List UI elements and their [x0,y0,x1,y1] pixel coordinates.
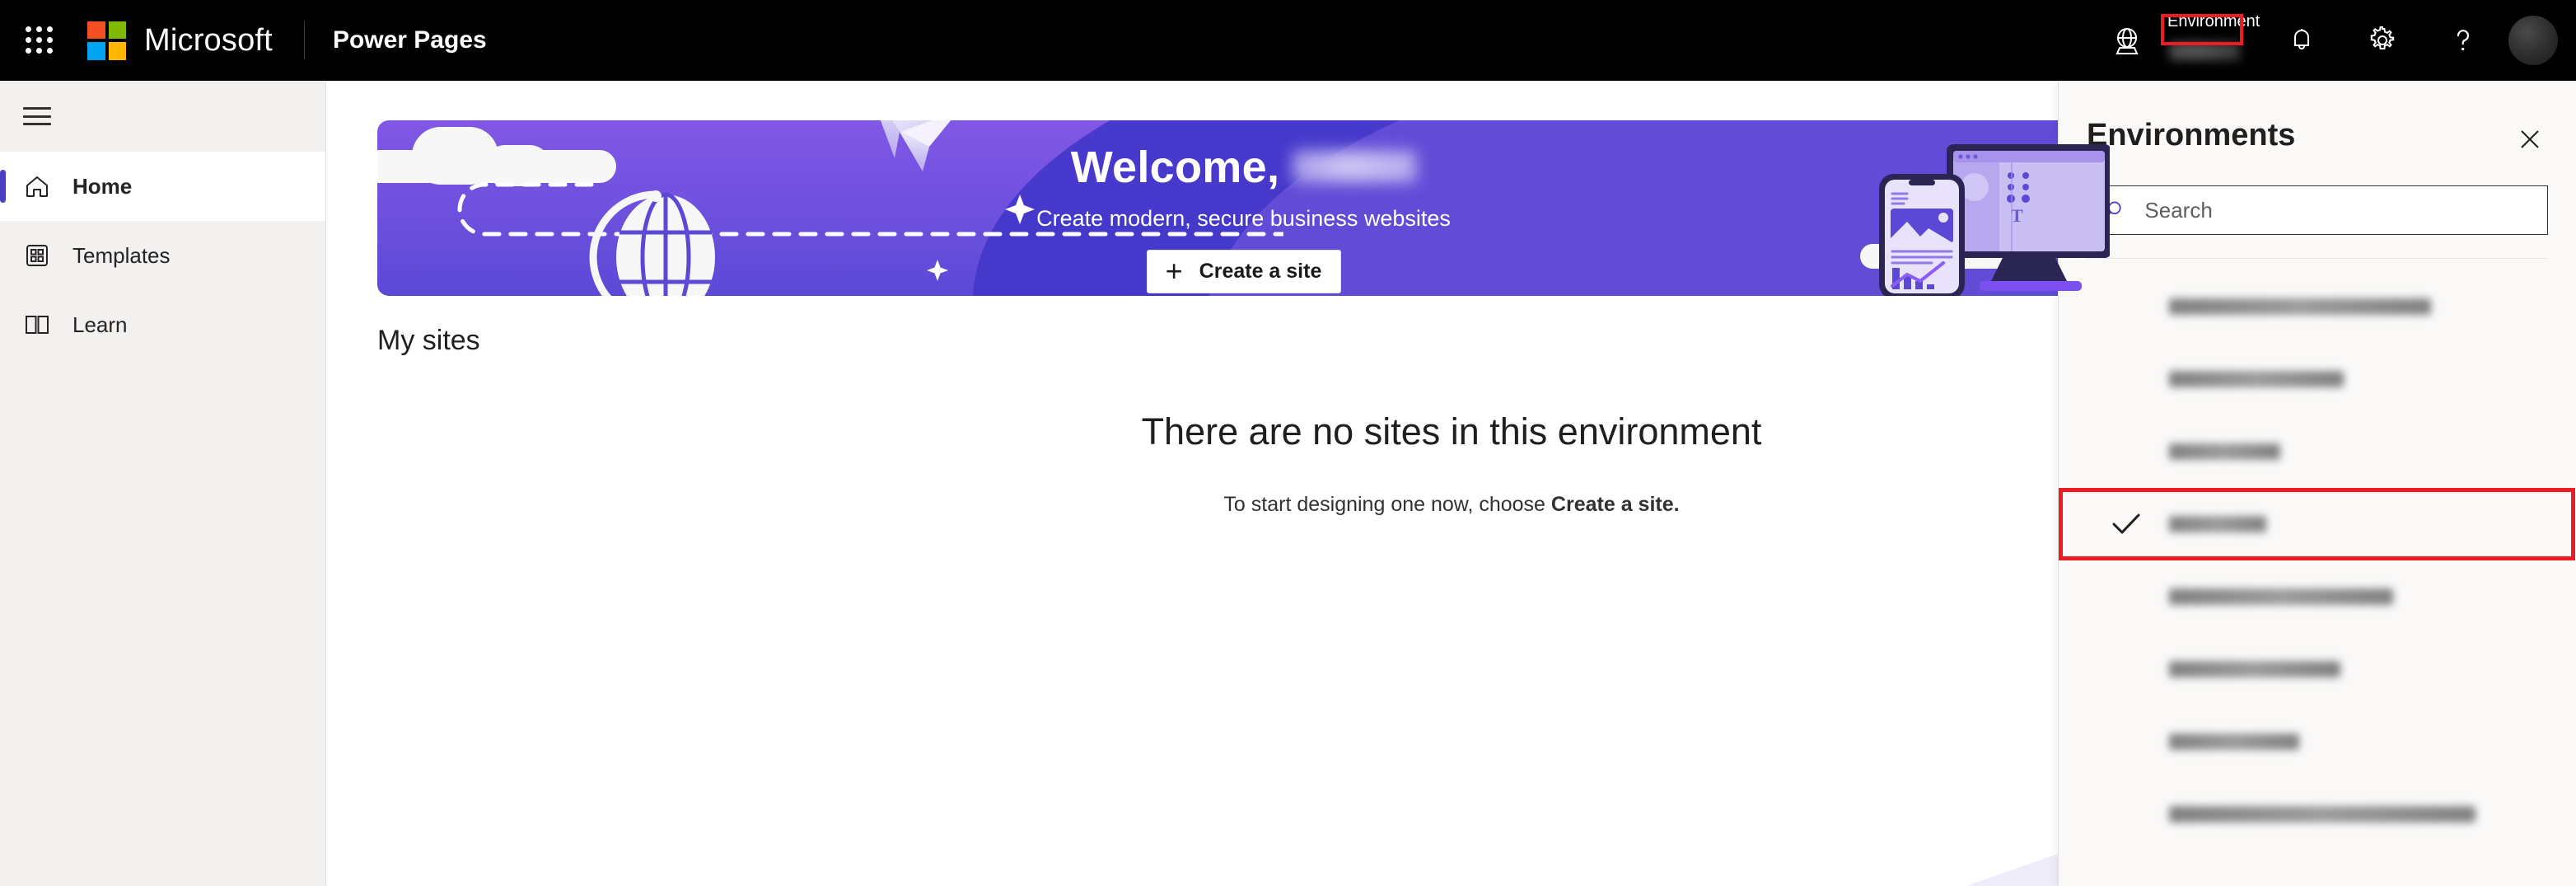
environments-search-box[interactable] [2087,185,2548,235]
sidebar-item-home[interactable]: Home [0,152,325,221]
checkmark-icon [2112,513,2140,534]
sidebar-item-templates[interactable]: Templates [0,221,325,290]
hamburger-icon [23,107,51,125]
environment-name-redacted [2169,588,2393,605]
top-navigation-bar: Microsoft Power Pages Environment [0,0,2576,81]
create-a-site-label: Create a site [1199,260,1322,283]
environment-name-redacted [2169,734,2299,750]
empty-state-subtitle-text: To start designing one now, choose [1223,493,1551,516]
empty-state-subtitle-cta: Create a site. [1550,493,1680,516]
environment-list-item[interactable] [2059,706,2576,778]
environments-search-input[interactable] [2144,197,2529,223]
environment-selector-group: Environment [2100,0,2261,81]
app-launcher-button[interactable] [0,0,79,81]
sidebar-item-label-templates: Templates [72,242,171,268]
home-icon [23,172,51,200]
microsoft-logo-icon [87,21,126,60]
environment-check-slot [2083,511,2169,537]
settings-button[interactable] [2342,0,2423,81]
app-title[interactable]: Power Pages [333,26,487,54]
environment-name-redacted [2169,298,2431,315]
topbar-right-cluster: Environment [2100,0,2576,81]
welcome-subtitle: Create modern, secure business websites [1036,206,1451,231]
environment-list-item[interactable] [2059,633,2576,706]
sidebar-item-label-learn: Learn [72,312,128,337]
help-button[interactable] [2423,0,2504,81]
my-sites-heading: My sites [377,325,480,356]
environment-name-redacted [2169,516,2266,532]
paper-plane-illustration [880,120,951,171]
environment-name-redacted [2169,661,2340,677]
sidebar-collapse-button[interactable] [0,81,326,152]
environment-list-item[interactable] [2059,270,2576,343]
environment-list-item[interactable] [2059,343,2576,415]
app-launcher-icon [26,26,54,54]
create-a-site-button[interactable]: + Create a site [1146,250,1341,293]
environment-picker-value-redacted [2169,42,2240,60]
environment-name-redacted [2169,443,2280,460]
environment-globe-icon [2115,28,2139,54]
environment-picker-label: Environment [2167,12,2260,30]
environment-list-item[interactable] [2059,778,2576,851]
environment-name-redacted [2169,371,2344,387]
book-icon [23,311,51,339]
welcome-banner-text: Welcome, Create modern, secure business … [377,142,2110,293]
templates-grid-icon [23,241,51,270]
environment-globe-button[interactable] [2100,0,2154,81]
environments-panel-title: Environments [2087,118,2296,152]
question-mark-icon [2457,30,2470,51]
plus-icon: + [1165,254,1183,288]
environments-panel-header: Environments [2059,81,2576,157]
environment-list-item[interactable] [2059,415,2576,488]
environment-picker-button[interactable]: Environment [2154,0,2261,81]
environments-panel: Environments [2058,81,2576,886]
microsoft-logo-link[interactable]: Microsoft [87,21,273,60]
close-icon [2521,130,2539,148]
topbar-divider [303,21,305,59]
environment-list-item[interactable] [2059,560,2576,633]
power-pages-app: Microsoft Power Pages Environment Home T… [0,0,2576,886]
welcome-heading: Welcome, [1071,142,1417,193]
welcome-banner: T Welcome, Create modern, secure busines… [377,120,2110,296]
sidebar-item-learn[interactable]: Learn [0,290,325,359]
environment-list-item-selected[interactable] [2059,488,2576,560]
environments-panel-close-button[interactable] [2512,121,2548,157]
environments-list [2059,270,2576,851]
environments-panel-divider [2087,258,2548,259]
environment-name-redacted [2169,806,2475,823]
sidebar-item-label-home: Home [72,173,133,199]
user-avatar[interactable] [2508,16,2558,65]
bell-icon [2294,29,2309,49]
notifications-button[interactable] [2261,0,2342,81]
left-sidebar: Home Templates Learn [0,81,326,886]
welcome-prefix: Welcome, [1070,143,1280,192]
microsoft-wordmark: Microsoft [144,22,273,58]
environment-picker-value-wrap [2166,35,2261,68]
gear-icon [2370,26,2395,49]
welcome-username-redacted [1293,151,1417,182]
